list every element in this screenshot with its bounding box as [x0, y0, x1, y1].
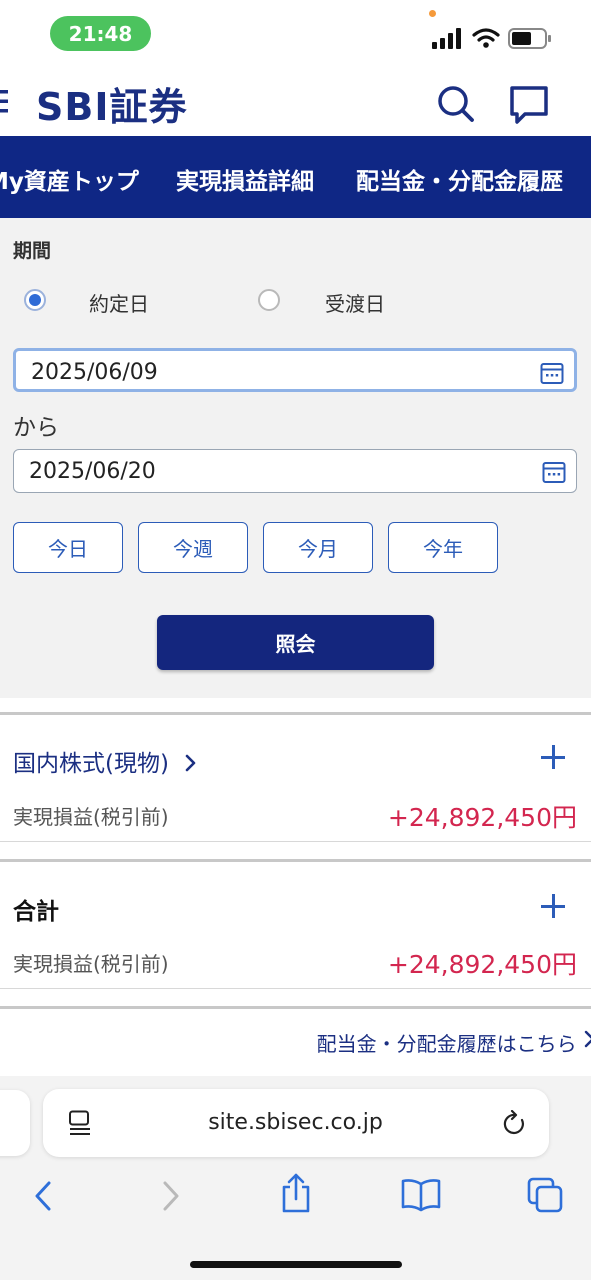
this-week-button[interactable]: 今週 — [138, 522, 248, 573]
to-date-field[interactable]: 2025/06/20 — [13, 449, 577, 493]
reload-icon[interactable] — [502, 1110, 528, 1138]
radio-settlement-date-label: 受渡日 — [325, 292, 385, 316]
status-time: 21:48 — [50, 16, 151, 51]
total-realized-pl-value: +24,892,450円 — [387, 950, 577, 979]
row-divider — [0, 841, 591, 842]
home-indicator — [190, 1261, 402, 1268]
tab-dividend-history[interactable]: 配当金・分配金履歴 — [356, 162, 563, 196]
section-divider — [0, 712, 591, 715]
to-date-value: 2025/06/20 — [29, 459, 156, 484]
total-title: 合計 — [13, 899, 59, 925]
this-month-button[interactable]: 今月 — [263, 522, 373, 573]
chevron-right-icon — [185, 754, 196, 772]
battery-icon — [508, 28, 551, 49]
sbi-logo[interactable]: SBI証券 — [36, 76, 187, 131]
expand-plus-icon[interactable] — [541, 894, 565, 918]
row-divider — [0, 988, 591, 989]
nav-tabs: My資産トップ 実現損益詳細 配当金・分配金履歴 — [0, 136, 591, 218]
chat-icon[interactable] — [508, 84, 550, 126]
radio-trade-date-label: 約定日 — [89, 292, 149, 316]
calendar-icon[interactable] — [542, 460, 566, 484]
share-icon[interactable] — [279, 1172, 313, 1214]
from-date-field[interactable]: 2025/06/09 — [13, 348, 577, 392]
domestic-stock-section-link[interactable]: 国内株式(現物) — [13, 744, 198, 778]
query-button[interactable]: 照会 — [157, 615, 434, 670]
chevron-right-icon — [583, 1029, 591, 1053]
domestic-stock-title: 国内株式(現物) — [13, 751, 169, 777]
search-icon[interactable] — [436, 84, 476, 124]
radio-trade-date[interactable] — [24, 289, 46, 311]
section-divider — [0, 1006, 591, 1009]
privacy-indicator-dot — [429, 10, 436, 17]
tab-realized-pl-detail[interactable]: 実現損益詳細 — [176, 162, 314, 196]
dividend-history-link[interactable]: 配当金・分配金履歴はこちら — [317, 1028, 591, 1057]
tabs-icon[interactable] — [526, 1176, 566, 1214]
section-divider — [0, 859, 591, 862]
from-date-value: 2025/06/09 — [31, 360, 158, 385]
realized-pl-value: +24,892,450円 — [387, 803, 577, 832]
hamburger-menu-icon[interactable] — [0, 90, 12, 114]
radio-settlement-date[interactable] — [258, 289, 280, 311]
today-button[interactable]: 今日 — [13, 522, 123, 573]
total-realized-pl-label: 実現損益(税引前) — [13, 952, 169, 976]
period-label: 期間 — [13, 240, 52, 262]
this-year-button[interactable]: 今年 — [388, 522, 498, 573]
realized-pl-label: 実現損益(税引前) — [13, 805, 169, 829]
back-icon[interactable] — [31, 1180, 55, 1212]
wifi-icon — [472, 28, 500, 48]
expand-plus-icon[interactable] — [541, 745, 565, 769]
cellular-signal-icon — [432, 28, 461, 49]
calendar-icon[interactable] — [540, 361, 564, 385]
date-range-connector: から — [13, 415, 59, 441]
bookmarks-icon[interactable] — [400, 1178, 442, 1212]
dividend-history-link-text: 配当金・分配金履歴はこちら — [316, 1032, 577, 1056]
forward-icon[interactable] — [159, 1180, 183, 1212]
tab-my-assets[interactable]: My資産トップ — [0, 162, 139, 196]
